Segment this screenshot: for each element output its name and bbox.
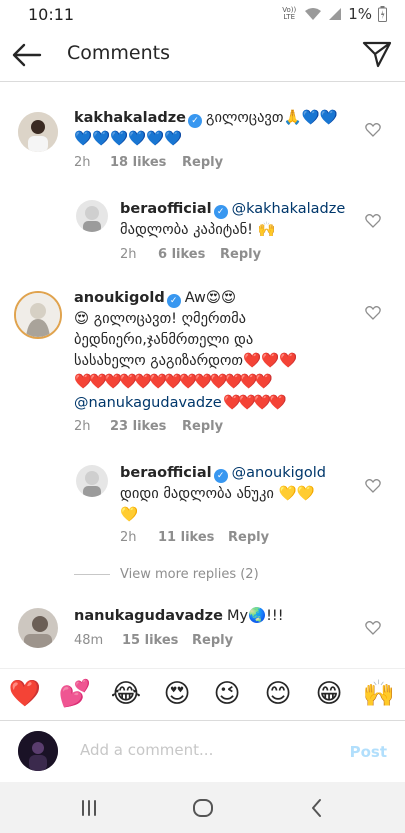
verified-badge-icon: ✓ [213,205,228,219]
likes-count[interactable]: 18 likes [110,155,182,170]
app-header: Comments [0,28,405,82]
comment-nanukagudavadze: nanukagudavadze My🌏!!! 48m 15 likes Reply [0,600,405,660]
likes-count[interactable]: 6 likes [158,247,220,262]
comment-text: beraofficial ✓ @anoukigold დიდი მადლობა ან… [120,465,326,523]
divider [74,574,110,575]
emoji-grin-button[interactable]: 😁 [312,679,346,709]
reply-button[interactable]: Reply [228,530,269,545]
like-heart-icon[interactable] [365,122,381,138]
avatar[interactable] [14,291,62,339]
signal-icon [329,8,342,20]
comment-time: 48m [74,633,104,648]
emoji-wink-button[interactable]: 😉 [210,679,244,709]
emoji-joy-button[interactable]: 😂 [109,679,143,709]
battery-icon [378,6,387,22]
status-icons: Vo)) LTE 1% [280,5,387,23]
comment-time: 2h [120,530,137,545]
comment-input[interactable] [80,741,330,759]
like-heart-icon[interactable] [365,213,381,229]
comment-username[interactable]: beraofficial [120,465,212,481]
comment-meta: 48m 15 likes Reply [74,633,233,648]
comment-anoukigold: anoukigold ✓ Aw😍😍 😍 გილოცავთ! ღმერთმა ბედნ… [0,285,405,445]
like-heart-icon[interactable] [365,478,381,494]
comment-text: kakhakaladze ✓ გილოცავთ🙏💙💙 💙💙💙💙💙💙 [74,110,338,147]
volte-icon: Vo)) LTE [282,6,297,21]
avatar [18,731,58,771]
comment-meta: 2h 23 likes Reply [74,419,223,434]
avatar[interactable] [76,465,108,497]
emoji-smile-button[interactable]: 😊 [261,679,295,709]
likes-count[interactable]: 11 likes [158,530,228,545]
avatar[interactable] [76,200,108,232]
back-icon[interactable] [303,794,331,822]
comment-text: nanukagudavadze My🌏!!! [74,608,284,624]
likes-count[interactable]: 15 likes [122,633,192,648]
mention-link[interactable]: @anoukigold [232,465,326,481]
comment-text: beraofficial ✓ @kakhakaladze მადლობა კაპიტ… [120,201,346,238]
verified-badge-icon: ✓ [213,469,228,483]
comment-kakhakaladze: kakhakaladze ✓ გილოცავთ🙏💙💙 💙💙💙💙💙💙 2h 18 li… [0,100,405,180]
emoji-two-hearts-button[interactable]: 💕 [58,679,92,709]
comment-meta: 2h 11 likes Reply [120,530,269,545]
comment-reply-beraofficial-2: beraofficial ✓ @anoukigold დიდი მადლობა ან… [0,460,405,555]
verified-badge-icon: ✓ [166,294,181,308]
comment-reply-beraofficial: beraofficial ✓ @kakhakaladze მადლობა კაპიტ… [0,195,405,265]
wifi-icon [305,8,322,20]
emoji-quick-bar: ❤️ 💕 😂 😍 😉 😊 😁 🙌 [0,668,405,720]
like-heart-icon[interactable] [365,305,381,321]
comment-meta: 2h 6 likes Reply [120,247,261,262]
mention-link[interactable]: @kakhakaladze [232,201,346,217]
page-title: Comments [67,42,170,64]
avatar[interactable] [18,112,58,152]
recent-apps-icon[interactable] [75,794,103,822]
reply-button[interactable]: Reply [182,419,223,434]
comment-text: anoukigold ✓ Aw😍😍 😍 გილოცავთ! ღმერთმა ბედნ… [74,290,298,411]
back-arrow-icon[interactable] [10,38,44,72]
post-button[interactable]: Post [350,743,387,761]
battery-percent: 1% [348,5,372,23]
like-heart-icon[interactable] [365,620,381,636]
direct-message-icon[interactable] [361,38,393,70]
status-bar: 10:11 Vo)) LTE 1% [0,0,405,28]
comment-time: 2h [120,247,137,262]
avatar[interactable] [18,608,58,648]
comment-username[interactable]: beraofficial [120,201,212,217]
comment-username[interactable]: anoukigold [74,290,165,306]
verified-badge-icon: ✓ [188,114,203,128]
comment-composer: Post [0,720,405,782]
emoji-heart-button[interactable]: ❤️ [8,679,42,709]
reply-button[interactable]: Reply [220,247,261,262]
emoji-heart-eyes-button[interactable]: 😍 [160,679,194,709]
comment-time: 2h [74,155,91,170]
comment-username[interactable]: nanukagudavadze [74,608,223,624]
reply-button[interactable]: Reply [182,155,223,170]
comment-time: 2h [74,419,91,434]
view-more-replies[interactable]: View more replies (2) [74,567,259,582]
comment-meta: 2h 18 likes Reply [74,155,223,170]
reply-button[interactable]: Reply [192,633,233,648]
system-nav-bar [0,782,405,833]
likes-count[interactable]: 23 likes [110,419,182,434]
comment-username[interactable]: kakhakaladze [74,110,186,126]
mention-link[interactable]: @nanukagudavadze [74,395,222,411]
status-time: 10:11 [28,5,75,24]
home-icon[interactable] [189,794,217,822]
emoji-raised-hands-button[interactable]: 🙌 [362,679,396,709]
